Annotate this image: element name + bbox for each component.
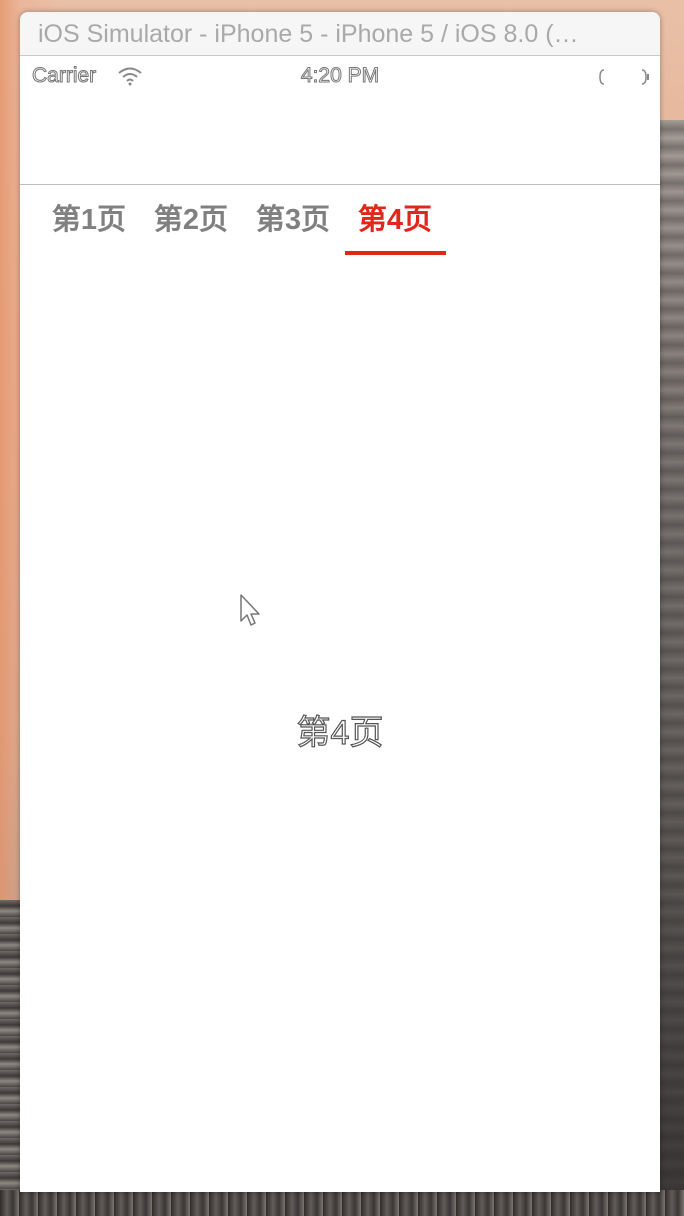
page-label: 第4页 [296, 713, 384, 752]
simulator-window: iOS Simulator - iPhone 5 - iPhone 5 / iO… [20, 12, 660, 1192]
device-screen: Carrier 4:20 PM 第1页 第2页 第3页 第4页 第4页 [20, 56, 660, 1192]
desktop-wallpaper-rock-bottom [0, 1190, 684, 1216]
tab-page-2[interactable]: 第2页 [151, 185, 231, 255]
tab-page-3[interactable]: 第3页 [253, 185, 333, 255]
battery-icon [599, 69, 649, 85]
window-title: iOS Simulator - iPhone 5 - iPhone 5 / iO… [38, 20, 579, 48]
tab-page-1[interactable]: 第1页 [49, 185, 129, 255]
status-time: 4:20 PM [300, 64, 380, 88]
wifi-icon [118, 67, 142, 86]
desktop-wallpaper-rock-right [658, 120, 684, 1216]
status-bar: Carrier 4:20 PM [20, 56, 660, 96]
desktop-wallpaper-rock-left [0, 900, 22, 1216]
window-titlebar[interactable]: iOS Simulator - iPhone 5 - iPhone 5 / iO… [20, 12, 660, 56]
page-tab-bar: 第1页 第2页 第3页 第4页 [20, 185, 660, 257]
active-tab-indicator [345, 251, 446, 255]
page-content[interactable]: 第4页 [20, 257, 660, 1192]
mouse-cursor-icon [240, 594, 260, 626]
navigation-bar [20, 96, 660, 185]
carrier-label: Carrier [31, 64, 97, 88]
tab-page-4[interactable]: 第4页 [355, 185, 435, 255]
